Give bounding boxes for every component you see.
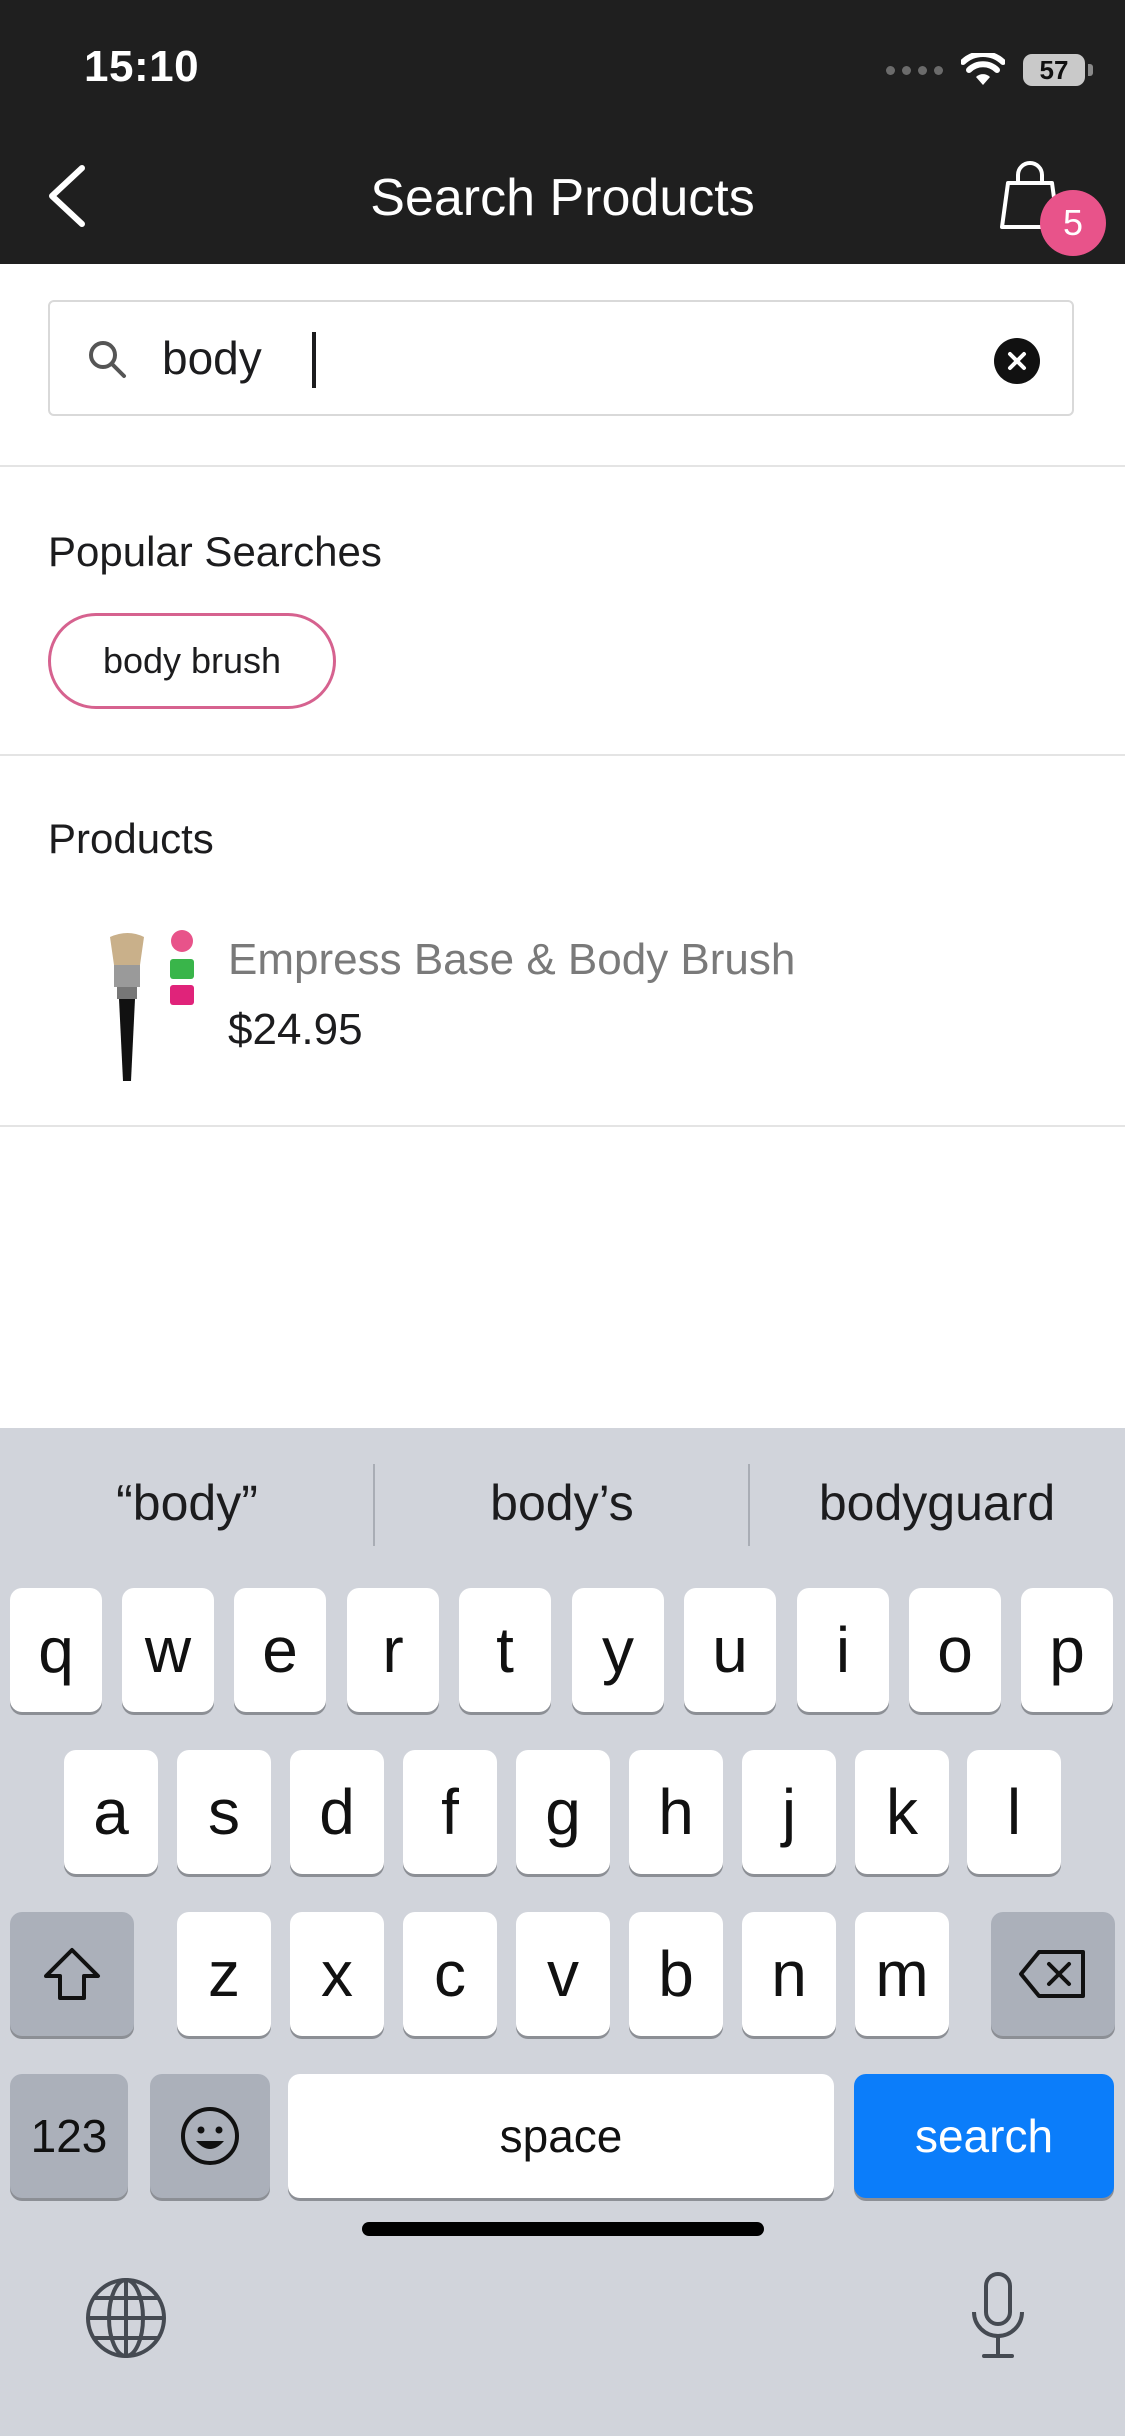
- key-c[interactable]: c: [403, 1912, 497, 2036]
- space-key[interactable]: space: [288, 2074, 834, 2198]
- nav-header: 15:10 57 Search Products 5: [0, 0, 1125, 264]
- battery-level: 57: [1039, 54, 1069, 85]
- close-icon: [1008, 352, 1026, 370]
- key-w[interactable]: w: [122, 1588, 214, 1712]
- key-o[interactable]: o: [909, 1588, 1001, 1712]
- text-cursor: [312, 332, 316, 388]
- search-icon: [89, 341, 126, 378]
- key-t[interactable]: t: [459, 1588, 551, 1712]
- suggestion-item[interactable]: body’s: [377, 1474, 747, 1532]
- microphone-icon[interactable]: [966, 2270, 1030, 2362]
- emoji-key[interactable]: [150, 2074, 270, 2198]
- key-i[interactable]: i: [797, 1588, 889, 1712]
- popular-searches-title: Popular Searches: [48, 528, 382, 575]
- key-x[interactable]: x: [290, 1912, 384, 2036]
- home-indicator: [362, 2222, 764, 2236]
- key-a[interactable]: a: [64, 1750, 158, 1874]
- shift-icon: [44, 1948, 100, 2000]
- signal-icon: [886, 65, 943, 75]
- keyboard: “body” body’s bodyguard q w e r t y u i …: [0, 1428, 1125, 2436]
- key-h[interactable]: h: [629, 1750, 723, 1874]
- numbers-key[interactable]: 123: [10, 2074, 128, 2198]
- divider: [0, 465, 1125, 467]
- key-s[interactable]: s: [177, 1750, 271, 1874]
- key-v[interactable]: v: [516, 1912, 610, 2036]
- key-u[interactable]: u: [684, 1588, 776, 1712]
- page-title: Search Products: [370, 169, 755, 227]
- suggestion-bar: “body” body’s bodyguard: [0, 1428, 1125, 1578]
- suggestion-item[interactable]: bodyguard: [752, 1474, 1122, 1532]
- key-r[interactable]: r: [347, 1588, 439, 1712]
- suggestion-separator: [373, 1464, 375, 1546]
- globe-icon[interactable]: [84, 2276, 168, 2360]
- search-input[interactable]: [162, 326, 982, 390]
- products-title: Products: [48, 815, 214, 862]
- status-time: 15:10: [84, 42, 200, 91]
- divider: [0, 1125, 1125, 1127]
- key-j[interactable]: j: [742, 1750, 836, 1874]
- key-e[interactable]: e: [234, 1588, 326, 1712]
- emoji-icon: [181, 2107, 239, 2165]
- popular-search-chip[interactable]: body brush: [48, 613, 336, 709]
- product-list-item[interactable]: Empress Base & Body Brush $24.95: [0, 905, 1125, 1105]
- key-p[interactable]: p: [1021, 1588, 1113, 1712]
- divider: [0, 754, 1125, 756]
- key-y[interactable]: y: [572, 1588, 664, 1712]
- suggestion-item[interactable]: “body”: [2, 1474, 372, 1532]
- key-b[interactable]: b: [629, 1912, 723, 2036]
- search-key[interactable]: search: [854, 2074, 1114, 2198]
- key-n[interactable]: n: [742, 1912, 836, 2036]
- battery-icon: 57: [1023, 54, 1093, 86]
- suggestion-separator: [748, 1464, 750, 1546]
- key-k[interactable]: k: [855, 1750, 949, 1874]
- key-f[interactable]: f: [403, 1750, 497, 1874]
- key-m[interactable]: m: [855, 1912, 949, 2036]
- status-indicators: 57: [886, 48, 1093, 92]
- key-l[interactable]: l: [967, 1750, 1061, 1874]
- cart-count-badge: 5: [1040, 190, 1106, 256]
- product-price: $24.95: [228, 1005, 363, 1054]
- delete-icon: [1019, 1950, 1085, 1998]
- shift-key[interactable]: [10, 1912, 134, 2036]
- clear-search-button[interactable]: [994, 338, 1040, 384]
- key-d[interactable]: d: [290, 1750, 384, 1874]
- product-thumbnail: [110, 930, 194, 1081]
- key-z[interactable]: z: [177, 1912, 271, 2036]
- key-q[interactable]: q: [10, 1588, 102, 1712]
- key-g[interactable]: g: [516, 1750, 610, 1874]
- product-name: Empress Base & Body Brush: [228, 935, 796, 984]
- search-bar[interactable]: [48, 300, 1074, 416]
- wifi-icon: [961, 53, 1005, 85]
- backspace-key[interactable]: [991, 1912, 1115, 2036]
